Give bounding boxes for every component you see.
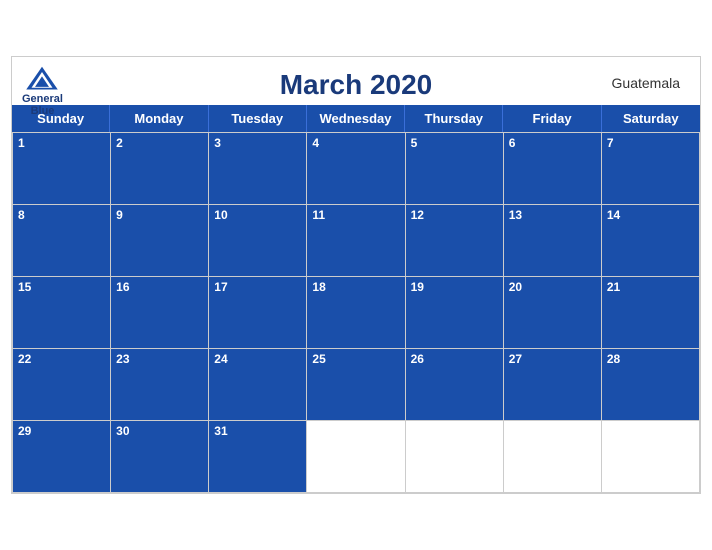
calendar-cell-28: 28 [602,349,700,421]
calendar-cell-2: 2 [111,133,209,205]
logo-text-general: General [22,93,63,105]
calendar-cell-9: 9 [111,205,209,277]
calendar-title: March 2020 [32,69,680,101]
day-header-tuesday: Tuesday [209,105,307,132]
calendar-cell-26: 26 [406,349,504,421]
calendar-cell-empty [504,421,602,493]
day-header-saturday: Saturday [602,105,700,132]
calendar-cell-7: 7 [602,133,700,205]
day-header-friday: Friday [503,105,601,132]
calendar-cell-8: 8 [13,205,111,277]
generalblue-logo-icon [24,65,60,93]
logo-text-blue: Blue [31,105,55,117]
calendar-cell-empty [406,421,504,493]
calendar-container: General Blue March 2020 Guatemala Sunday… [11,56,701,494]
calendar-cell-3: 3 [209,133,307,205]
calendar-cell-27: 27 [504,349,602,421]
calendar-cell-5: 5 [406,133,504,205]
calendar-cell-18: 18 [307,277,405,349]
logo-area: General Blue [22,65,63,117]
calendar-cell-29: 29 [13,421,111,493]
calendar-cell-25: 25 [307,349,405,421]
calendar-cell-24: 24 [209,349,307,421]
calendar-cell-10: 10 [209,205,307,277]
calendar-cell-19: 19 [406,277,504,349]
calendar-cell-21: 21 [602,277,700,349]
calendar-cell-13: 13 [504,205,602,277]
calendar-grid: 1234567891011121314151617181920212223242… [12,132,700,493]
calendar-cell-23: 23 [111,349,209,421]
calendar-cell-12: 12 [406,205,504,277]
day-header-thursday: Thursday [405,105,503,132]
calendar-cell-6: 6 [504,133,602,205]
calendar-cell-empty [307,421,405,493]
calendar-cell-14: 14 [602,205,700,277]
calendar-header: General Blue March 2020 Guatemala [12,57,700,105]
days-header: Sunday Monday Tuesday Wednesday Thursday… [12,105,700,132]
calendar-cell-20: 20 [504,277,602,349]
calendar-cell-11: 11 [307,205,405,277]
calendar-cell-16: 16 [111,277,209,349]
calendar-cell-30: 30 [111,421,209,493]
day-header-wednesday: Wednesday [307,105,405,132]
calendar-cell-15: 15 [13,277,111,349]
calendar-country: Guatemala [612,75,680,91]
calendar-cell-1: 1 [13,133,111,205]
calendar-cell-empty [602,421,700,493]
day-header-monday: Monday [110,105,208,132]
calendar-cell-31: 31 [209,421,307,493]
calendar-cell-22: 22 [13,349,111,421]
calendar-cell-4: 4 [307,133,405,205]
calendar-cell-17: 17 [209,277,307,349]
